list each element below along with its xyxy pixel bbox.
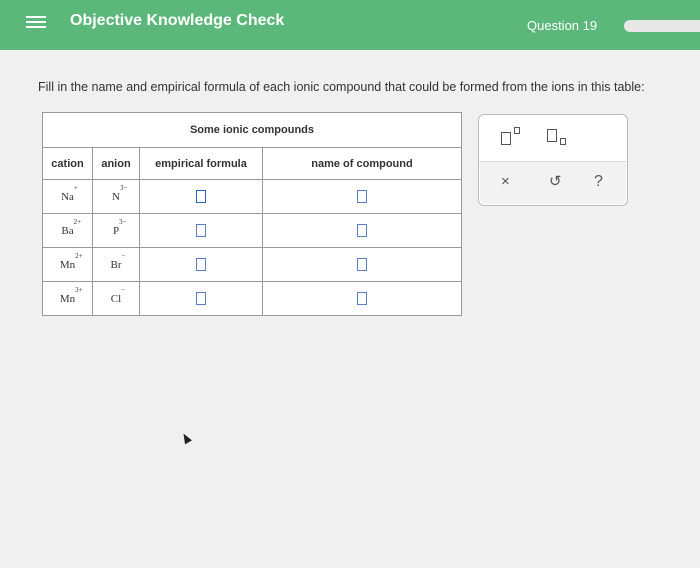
- progress-bar: [624, 20, 700, 32]
- table-row: Mn 3+ Cl −: [42, 281, 462, 316]
- formula-cell: [139, 213, 263, 248]
- table-row: Na + N 3−: [42, 179, 462, 214]
- empirical-formula-input[interactable]: [196, 258, 206, 271]
- cation-charge: +: [73, 183, 78, 192]
- cation-symbol: Mn: [59, 258, 76, 271]
- name-cell: [262, 247, 462, 282]
- anion-symbol: Cl: [110, 292, 122, 305]
- question-prompt: Fill in the name and empirical formula o…: [38, 80, 645, 94]
- subscript-icon[interactable]: [545, 127, 569, 147]
- cation-symbol: Mn: [59, 292, 76, 305]
- formula-cell: [139, 179, 263, 214]
- help-icon[interactable]: ?: [594, 173, 603, 191]
- name-cell: [262, 179, 462, 214]
- superscript-icon[interactable]: [499, 127, 523, 147]
- column-header-cation: cation: [42, 147, 93, 180]
- anion-symbol: N: [112, 190, 120, 203]
- anion-symbol: Br: [110, 258, 122, 271]
- cation-symbol: Ba: [61, 224, 74, 237]
- app-title: Objective Knowledge Check: [70, 12, 285, 29]
- hamburger-menu-icon[interactable]: [26, 13, 46, 33]
- anion-cell: P 3−: [92, 213, 140, 248]
- anion-charge: 3−: [119, 183, 128, 192]
- formula-cell: [139, 247, 263, 282]
- anion-charge: 3−: [119, 217, 127, 226]
- compound-name-input[interactable]: [357, 292, 367, 305]
- name-cell: [262, 281, 462, 316]
- ionic-compounds-table: Some ionic compounds cation anion empiri…: [42, 112, 462, 316]
- empirical-formula-input[interactable]: [196, 190, 206, 203]
- anion-charge: −: [121, 251, 126, 260]
- compound-name-input[interactable]: [357, 258, 367, 271]
- anion-cell: Br −: [92, 247, 140, 282]
- table-row: Ba 2+ P 3−: [42, 213, 462, 248]
- cation-cell: Ba 2+: [42, 213, 93, 248]
- column-header-empirical-formula: empirical formula: [139, 147, 263, 180]
- compound-name-input[interactable]: [357, 224, 367, 237]
- clear-icon[interactable]: ×: [501, 173, 510, 191]
- compound-name-input[interactable]: [357, 190, 367, 203]
- undo-icon[interactable]: ↺: [549, 173, 562, 191]
- anion-symbol: P: [112, 224, 120, 237]
- cation-charge: 2+: [73, 217, 82, 226]
- table-row: Mn 2+ Br −: [42, 247, 462, 282]
- cation-symbol: Na: [61, 190, 74, 203]
- question-number: Question 19: [527, 18, 598, 33]
- formula-cell: [139, 281, 263, 316]
- cation-charge: 3+: [75, 285, 83, 294]
- anion-cell: Cl −: [92, 281, 140, 316]
- name-cell: [262, 213, 462, 248]
- column-header-compound-name: name of compound: [262, 147, 462, 180]
- mouse-cursor-icon: [180, 431, 192, 445]
- cation-charge: 2+: [75, 251, 83, 260]
- tools-action-row: × ↺ ?: [480, 162, 626, 204]
- top-bar: Objective Knowledge Check Question 19: [0, 0, 700, 50]
- column-header-anion: anion: [92, 147, 140, 180]
- math-tools-panel: × ↺ ?: [478, 114, 628, 206]
- cation-cell: Mn 2+: [42, 247, 93, 282]
- cation-cell: Na +: [42, 179, 93, 214]
- table-caption: Some ionic compounds: [42, 112, 462, 148]
- cation-cell: Mn 3+: [42, 281, 93, 316]
- anion-charge: −: [121, 285, 126, 294]
- empirical-formula-input[interactable]: [196, 224, 206, 237]
- anion-cell: N 3−: [92, 179, 140, 214]
- empirical-formula-input[interactable]: [196, 292, 206, 305]
